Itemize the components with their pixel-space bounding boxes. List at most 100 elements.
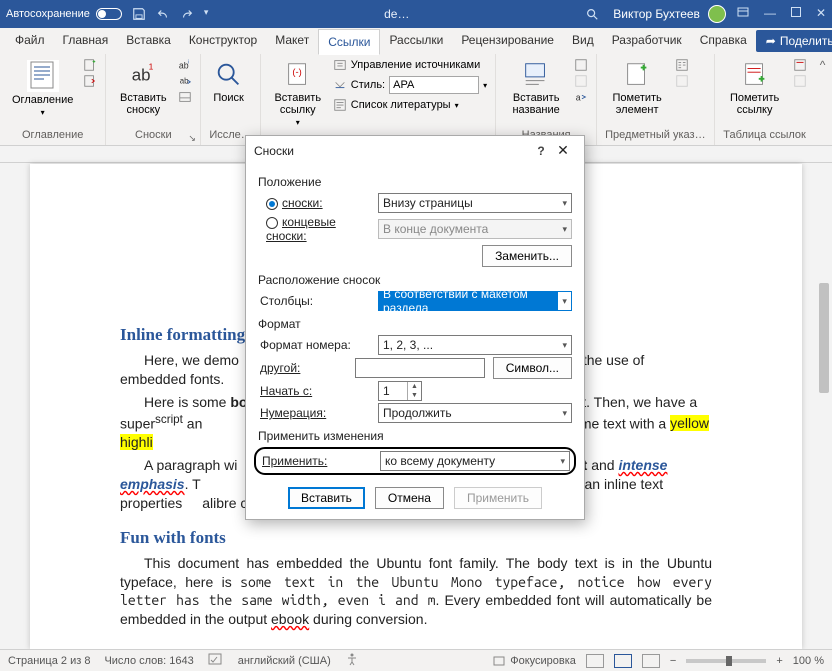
research-button[interactable]: Поиск — [209, 58, 247, 106]
footnotes-launcher-icon[interactable] — [188, 133, 198, 143]
mark-index-entry-button[interactable]: Пометить элемент — [605, 58, 669, 118]
insert-toa-icon[interactable] — [793, 58, 807, 72]
chevron-down-icon: ▾ — [296, 118, 300, 127]
start-at-spinner[interactable]: 1▲▼ — [378, 381, 422, 401]
search-icon[interactable] — [585, 7, 599, 21]
show-notes-icon[interactable] — [178, 90, 192, 104]
maximize-icon[interactable] — [790, 6, 802, 23]
title-bar: Автосохранение ▾ de… Виктор Бухтеев — ✕ — [0, 0, 832, 28]
spellcheck-icon[interactable] — [208, 652, 224, 669]
manage-sources-label: Управление источниками — [351, 59, 480, 71]
start-at-label: Начать с: — [258, 384, 370, 398]
scrollbar-thumb[interactable] — [819, 283, 829, 393]
next-footnote-icon[interactable]: ab — [178, 74, 192, 88]
insert-caption-label: Вставить название — [508, 92, 564, 116]
bibliography-label: Список литературы — [351, 99, 451, 111]
tab-references[interactable]: Ссылки — [318, 29, 380, 55]
autosave-toggle[interactable]: Автосохранение — [6, 8, 122, 20]
custom-mark-input[interactable] — [355, 358, 485, 378]
svg-text:ab: ab — [180, 77, 189, 86]
convert-button[interactable]: Заменить... — [482, 245, 572, 267]
cross-reference-icon[interactable]: a — [574, 90, 588, 104]
tab-home[interactable]: Главная — [54, 28, 118, 54]
numbering-select[interactable]: Продолжить▾ — [378, 403, 572, 423]
style-icon — [333, 78, 347, 92]
accessibility-icon[interactable] — [345, 652, 359, 669]
cancel-button[interactable]: Отмена — [375, 487, 444, 509]
zoom-slider[interactable] — [686, 659, 766, 663]
manage-sources-icon — [333, 58, 347, 72]
svg-text:a: a — [576, 93, 581, 103]
endnotes-radio[interactable]: концевые сноски: — [258, 215, 370, 243]
dialog-close-icon[interactable]: ✕ — [550, 142, 576, 159]
paragraph: This document has embedded the Ubuntu fo… — [120, 554, 712, 630]
footnotes-radio[interactable]: сноски: — [258, 196, 370, 210]
print-layout-icon[interactable] — [614, 654, 632, 668]
insert-tof-icon[interactable] — [574, 58, 588, 72]
status-language[interactable]: английский (США) — [238, 655, 331, 667]
focus-mode-button[interactable]: Фокусировка — [492, 654, 576, 668]
undo-icon[interactable] — [156, 7, 170, 21]
collapse-ribbon-icon[interactable]: ^ — [815, 54, 831, 145]
tab-developer[interactable]: Разработчик — [603, 28, 691, 54]
group-toc-label: Оглавление — [8, 129, 97, 141]
ribbon-options-icon[interactable] — [736, 6, 750, 23]
toc-button[interactable]: Оглавление ▾ — [8, 58, 77, 119]
tab-design[interactable]: Конструктор — [180, 28, 266, 54]
tab-mailings[interactable]: Рассылки — [380, 28, 452, 54]
citation-style-select[interactable] — [389, 76, 479, 94]
mark-citation-button[interactable]: Пометить ссылку — [723, 58, 787, 118]
zoom-value[interactable]: 100 % — [793, 655, 824, 667]
update-toa-icon[interactable] — [793, 74, 807, 88]
dialog-title: Сноски — [254, 144, 294, 158]
insert-index-icon[interactable] — [675, 58, 689, 72]
citation-style-label: Стиль: — [351, 79, 385, 91]
insert-endnote-icon[interactable]: abi — [178, 58, 192, 72]
number-format-select[interactable]: 1, 2, 3, ...▾ — [378, 335, 572, 355]
research-label: Поиск — [213, 92, 243, 104]
bibliography-button[interactable]: Список литературы ▾ — [333, 98, 487, 112]
autosave-label: Автосохранение — [6, 8, 90, 20]
tab-insert[interactable]: Вставка — [117, 28, 180, 54]
columns-select[interactable]: В соответствии с макетом раздела▾ — [378, 291, 572, 311]
symbol-button[interactable]: Символ... — [493, 357, 572, 379]
web-layout-icon[interactable] — [642, 654, 660, 668]
share-button[interactable]: ➦ Поделиться — [756, 30, 832, 52]
tab-help[interactable]: Справка — [691, 28, 756, 54]
status-page[interactable]: Страница 2 из 8 — [8, 655, 90, 667]
heading-fun-with-fonts: Fun with fonts — [120, 527, 712, 550]
read-mode-icon[interactable] — [586, 654, 604, 668]
footnote-location-select[interactable]: Внизу страницы▾ — [378, 193, 572, 213]
account-area[interactable]: Виктор Бухтеев — [613, 5, 726, 23]
insert-citation-button[interactable]: (-) Вставить ссылку ▾ — [269, 58, 327, 129]
insert-caption-button[interactable]: Вставить название — [504, 58, 568, 118]
tab-file[interactable]: Файл — [6, 28, 54, 54]
zoom-out-icon[interactable]: − — [670, 655, 676, 667]
save-icon[interactable] — [132, 7, 146, 21]
insert-button[interactable]: Вставить — [288, 487, 365, 509]
insert-citation-label: Вставить ссылку — [273, 92, 323, 116]
insert-footnote-button[interactable]: ab1 Вставить сноску — [114, 58, 172, 118]
add-text-icon[interactable] — [83, 58, 97, 72]
toggle-off-icon[interactable] — [96, 8, 122, 20]
close-icon[interactable]: ✕ — [816, 6, 826, 23]
tab-view[interactable]: Вид — [563, 28, 603, 54]
dialog-help-icon[interactable]: ? — [532, 144, 550, 158]
radio-unchecked-icon — [266, 217, 278, 229]
minimize-icon[interactable]: — — [764, 6, 776, 23]
status-word-count[interactable]: Число слов: 1643 — [104, 655, 193, 667]
redo-icon[interactable] — [180, 7, 194, 21]
update-index-icon[interactable] — [675, 74, 689, 88]
chevron-down-icon[interactable]: ▾ — [483, 81, 487, 90]
update-toc-icon[interactable] — [83, 74, 97, 88]
update-tof-icon[interactable] — [574, 74, 588, 88]
manage-sources-button[interactable]: Управление источниками — [333, 58, 487, 72]
apply-to-select[interactable]: ко всему документу▾ — [380, 451, 570, 471]
avatar-icon — [708, 5, 726, 23]
tab-layout[interactable]: Макет — [266, 28, 318, 54]
zoom-in-icon[interactable]: + — [776, 655, 782, 667]
group-toa-label: Таблица ссылок — [723, 129, 807, 141]
group-footnotes-label: Сноски — [114, 129, 192, 141]
tab-review[interactable]: Рецензирование — [452, 28, 563, 54]
vertical-scrollbar[interactable] — [816, 163, 832, 649]
